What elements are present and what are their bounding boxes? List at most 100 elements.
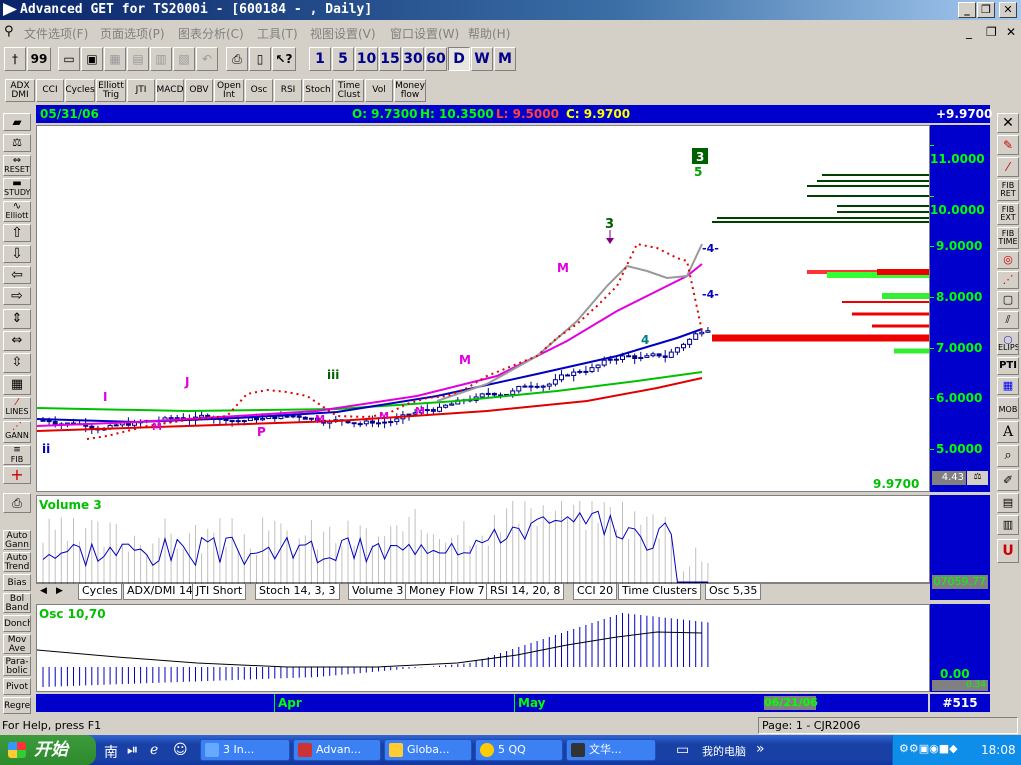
- tool-regres[interactable]: Regres: [3, 697, 31, 714]
- list-icon[interactable]: ▥: [997, 515, 1019, 535]
- tool-movave[interactable]: Mov Ave: [3, 634, 31, 654]
- tool-bolband[interactable]: Bol Band: [3, 593, 31, 613]
- period-1-button[interactable]: 1: [309, 47, 331, 71]
- help-pointer-icon[interactable]: ↖?: [272, 47, 296, 71]
- task-advanced-get[interactable]: Advan...: [293, 739, 381, 761]
- scale-icon[interactable]: ⚖: [3, 134, 31, 152]
- quicklaunch-browser-icon[interactable]: 南: [104, 742, 118, 762]
- indicator-button-jti[interactable]: JTI: [127, 79, 155, 102]
- fan-icon[interactable]: ⋰: [997, 271, 1019, 289]
- close-x-icon[interactable]: ✕: [997, 113, 1019, 133]
- minimize-button[interactable]: _: [958, 2, 976, 18]
- fib-circle-icon[interactable]: ◎: [997, 251, 1019, 269]
- indicator-button-adx-dmi[interactable]: ADX DMI: [5, 79, 35, 102]
- indicator-button-vol[interactable]: Vol: [365, 79, 393, 102]
- magnet-icon[interactable]: U: [997, 539, 1019, 563]
- price-chart[interactable]: -4- -4- ii I Jiii M M 3 4 5 P 3 M M M M 9.9700: [36, 125, 930, 492]
- balance-icon[interactable]: ⚖: [967, 471, 988, 485]
- menu-view[interactable]: 视图设置(V): [310, 25, 376, 42]
- tool-donch[interactable]: Donch: [3, 615, 31, 632]
- indicator-button-rsi[interactable]: RSI: [274, 79, 302, 102]
- print-icon[interactable]: ⎙: [226, 47, 248, 71]
- menu-help[interactable]: 帮助(H): [468, 25, 510, 42]
- box-icon[interactable]: ▢: [997, 291, 1019, 309]
- mdi-minimize-button[interactable]: _: [966, 25, 972, 39]
- oscillator-panel[interactable]: Osc 10,70: [36, 604, 930, 692]
- tab-stoch-14-3-3[interactable]: Stoch 14, 3, 3: [255, 584, 340, 600]
- copy-icon[interactable]: ▦: [104, 47, 126, 71]
- task-ie-windows[interactable]: 3 In...: [200, 739, 290, 761]
- tab-cci-20[interactable]: CCI 20: [573, 584, 618, 600]
- tab-cycles[interactable]: Cycles: [78, 584, 122, 600]
- tab-adx-dmi-14[interactable]: ADX/DMI 14: [123, 584, 197, 600]
- indicator-button-cci[interactable]: CCI: [36, 79, 64, 102]
- expand-icon[interactable]: ⇔: [3, 331, 31, 351]
- tab-money-flow-7[interactable]: Money Flow 7: [405, 584, 489, 600]
- crosshair-icon[interactable]: +: [3, 466, 31, 484]
- start-button[interactable]: 开始: [0, 735, 96, 765]
- menu-chart-analysis[interactable]: 图表分析(C): [178, 25, 244, 42]
- arrow-right-icon[interactable]: ⇨: [3, 287, 31, 305]
- mdi-close-button[interactable]: ✕: [1006, 25, 1016, 39]
- indicator-button-time-clust[interactable]: Time Clust: [334, 79, 364, 102]
- tool-autogann[interactable]: Auto Gann: [3, 530, 31, 550]
- undo-icon[interactable]: ↶: [196, 47, 218, 71]
- indicator-button-obv[interactable]: OBV: [185, 79, 213, 102]
- tool-pivot[interactable]: Pivot: [3, 678, 31, 695]
- indicator-button-money-flow[interactable]: Money flow: [394, 79, 426, 102]
- menu-file[interactable]: 文件选项(F): [24, 25, 88, 42]
- indicator-button-elliott-trig[interactable]: Elliott Trig: [96, 79, 126, 102]
- menu-page[interactable]: 页面选项(P): [100, 25, 165, 42]
- menu-window[interactable]: 窗口设置(W): [390, 25, 459, 42]
- lines-button[interactable]: ⁄ LINES: [3, 397, 31, 419]
- open-folder-icon[interactable]: ▰: [3, 113, 31, 131]
- tool-parabolic[interactable]: Para-bolic: [3, 656, 31, 676]
- quote-button[interactable]: 99: [27, 47, 51, 71]
- arrow-down-icon[interactable]: ⇩: [3, 245, 31, 263]
- gann-button[interactable]: ⋰ GANN: [3, 421, 31, 443]
- tab-time-clusters[interactable]: Time Clusters: [618, 584, 702, 600]
- price-scale[interactable]: 11.0000 10.0000 9.0000 8.0000 7.0000 6.0000 5.…: [930, 125, 990, 492]
- pointer-tool-button[interactable]: †: [4, 47, 26, 71]
- fib-button[interactable]: ≡ FIB: [3, 445, 31, 465]
- expand-toolbar-icon[interactable]: »: [756, 741, 765, 757]
- channel-icon[interactable]: ⫽: [997, 311, 1019, 329]
- magnifier-icon[interactable]: ⌕: [997, 445, 1019, 467]
- tray-icons[interactable]: ⚙⚙▣◉■◆: [899, 742, 958, 755]
- arrow-left-icon[interactable]: ⇦: [3, 266, 31, 284]
- indicator-button-macd[interactable]: MACD: [156, 79, 184, 102]
- paste-icon[interactable]: ▤: [127, 47, 149, 71]
- period-60-button[interactable]: 60: [425, 47, 447, 71]
- tool-bias[interactable]: Bias: [3, 574, 31, 591]
- ellipse-button[interactable]: ◯ ELIPS: [997, 331, 1019, 355]
- period-15-button[interactable]: 15: [379, 47, 401, 71]
- indicator-button-open-int[interactable]: Open Int: [214, 79, 244, 102]
- pti-button[interactable]: PTI: [997, 357, 1019, 375]
- cut-icon[interactable]: ▧: [173, 47, 195, 71]
- period-30-button[interactable]: 30: [402, 47, 424, 71]
- quicklaunch-messenger-icon[interactable]: ☺: [173, 742, 188, 758]
- layer-icon[interactable]: ▤: [997, 493, 1019, 513]
- trend-line-icon[interactable]: ⁄: [997, 157, 1019, 177]
- indicator-button-stoch[interactable]: Stoch: [303, 79, 333, 102]
- eraser-icon[interactable]: ✐: [997, 469, 1019, 491]
- indicator-button-osc[interactable]: Osc: [245, 79, 273, 102]
- period-10-button[interactable]: 10: [355, 47, 378, 71]
- tab-volume-3[interactable]: Volume 3: [348, 584, 408, 600]
- arrow-up-icon[interactable]: ⇧: [3, 224, 31, 242]
- tab-jti-short[interactable]: JTI Short: [192, 584, 247, 600]
- close-button[interactable]: ✕: [999, 2, 1017, 18]
- tab-scroll-right-icon[interactable]: ▶: [56, 586, 63, 596]
- quicklaunch-ie-icon[interactable]: ℯ: [150, 742, 158, 758]
- grid-icon[interactable]: ▦: [3, 375, 31, 395]
- task-wenhua[interactable]: 文华...: [566, 739, 656, 761]
- fib-retracement-button[interactable]: FIB RET: [997, 179, 1019, 201]
- pencil-icon[interactable]: ✎: [997, 135, 1019, 155]
- period-monthly-button[interactable]: M: [494, 47, 516, 71]
- mdi-restore-button[interactable]: ❐: [986, 25, 997, 39]
- export-icon[interactable]: ▥: [150, 47, 172, 71]
- fib-time-button[interactable]: FIB TIME: [997, 227, 1019, 249]
- my-computer-label[interactable]: 我的电脑: [702, 743, 746, 759]
- indicator-button-cycles[interactable]: Cycles: [65, 79, 95, 102]
- print-chart-icon[interactable]: ⎙: [3, 493, 31, 513]
